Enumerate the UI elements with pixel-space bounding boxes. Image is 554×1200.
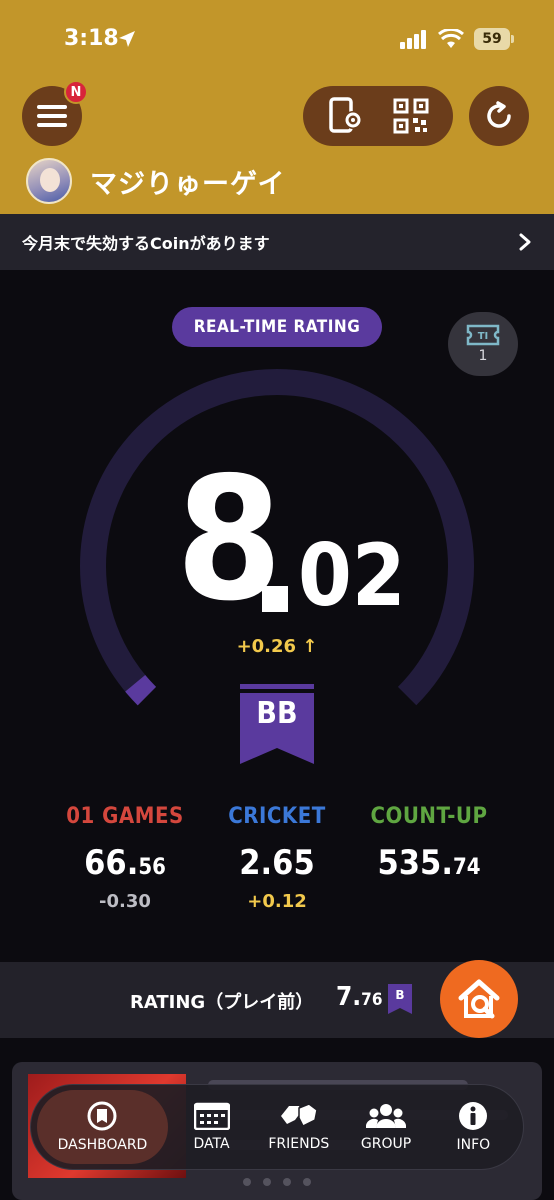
calendar-icon [193, 1102, 230, 1130]
class-label: BB [256, 696, 298, 731]
stat-label: COUNT-UP [370, 804, 488, 829]
rating-decimal-point [262, 586, 288, 612]
stat-value: 2.65 [239, 843, 315, 883]
info-icon [459, 1102, 488, 1130]
nav-label: INFO [456, 1137, 491, 1153]
stat-label: 01 GAMES [66, 804, 184, 829]
pre-play-rating-value: 7.76 [336, 982, 383, 1012]
nav-label: DASHBOARD [57, 1137, 148, 1153]
ticket-button[interactable]: TI 1 [448, 312, 518, 376]
stat-cricket[interactable]: CRICKET 2.65 +0.12 [202, 804, 352, 912]
home-search-icon [458, 979, 500, 1019]
friends-icon [280, 1103, 318, 1128]
ticket-icon: TI [466, 324, 500, 346]
stat-value: 66.56 [84, 843, 166, 883]
stat-label: CRICKET [228, 804, 326, 829]
stat-count-up[interactable]: COUNT-UP 535.74 [354, 804, 504, 912]
rating-delta: +0.26 ↑ [236, 636, 318, 657]
nav-label: DATA [193, 1136, 230, 1152]
stat-delta: -0.30 [99, 891, 151, 912]
pager-dot [283, 1178, 291, 1186]
nav-group[interactable]: GROUP [342, 1090, 429, 1164]
nav-label: FRIENDS [268, 1136, 330, 1152]
stat-value: 535.74 [377, 843, 481, 883]
nav-info[interactable]: INFO [430, 1090, 517, 1164]
nav-friends[interactable]: FRIENDS [255, 1090, 342, 1164]
rating-gauge [80, 369, 474, 706]
pager-dot [243, 1178, 251, 1186]
rating-decimal: 02 [298, 526, 406, 626]
ticket-count: 1 [478, 348, 488, 364]
nav-dashboard[interactable]: DASHBOARD [37, 1090, 168, 1164]
stats-row: 01 GAMES 66.56 -0.30 CRICKET 2.65 +0.12 … [0, 804, 554, 912]
svg-text:TI: TI [478, 331, 489, 342]
real-time-rating-pill: REAL-TIME RATING [172, 307, 382, 347]
gauge-fill [125, 674, 157, 706]
stat-delta: +0.12 [247, 891, 307, 912]
pre-play-class-label: B [395, 988, 405, 1002]
pre-play-rating-label: RATING（プレイ前） [130, 992, 314, 1013]
pager-dot [263, 1178, 271, 1186]
bottom-nav: DASHBOARD DATA FRIENDS GROUP INFO [30, 1084, 524, 1170]
nav-data[interactable]: DATA [168, 1090, 255, 1164]
shop-search-button[interactable] [440, 960, 518, 1038]
stat-01-games[interactable]: 01 GAMES 66.56 -0.30 [50, 804, 200, 912]
pager-dot [303, 1178, 311, 1186]
group-icon [366, 1104, 407, 1128]
dashboard-icon [87, 1101, 117, 1131]
pager-dots [0, 1178, 554, 1186]
nav-label: GROUP [360, 1136, 412, 1152]
